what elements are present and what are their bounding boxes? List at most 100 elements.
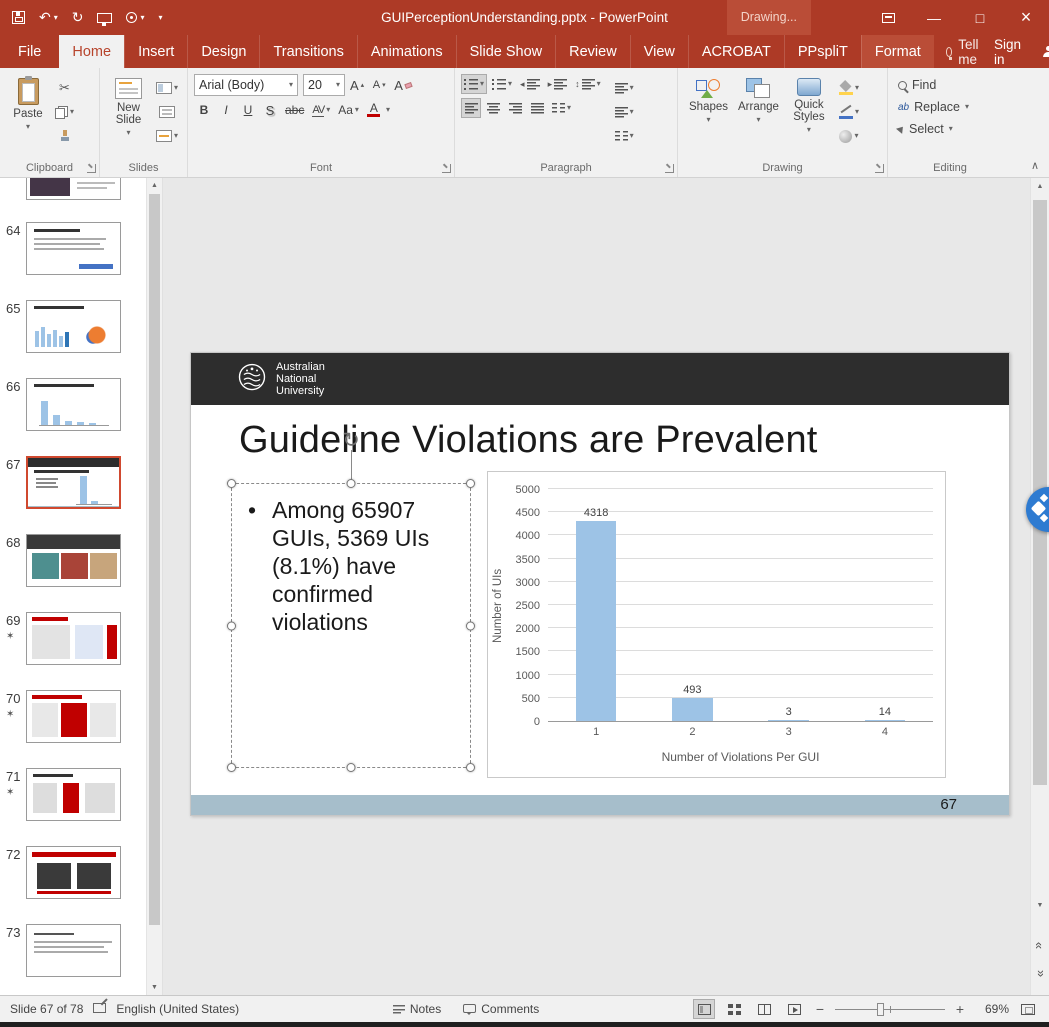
slide-thumbnail-71[interactable] <box>26 768 121 821</box>
align-text-button[interactable]: ▾ <box>612 102 637 122</box>
slide-thumbnail-70[interactable] <box>26 690 121 743</box>
paste-button[interactable]: Paste ▾ <box>6 74 50 135</box>
tab-format[interactable]: Format <box>861 35 934 68</box>
dialog-launcher-icon[interactable] <box>665 164 674 173</box>
tell-me-box[interactable]: Tell me <box>934 35 994 68</box>
minimize-button[interactable]: — <box>911 0 957 35</box>
font-color-button[interactable]: A <box>364 100 384 120</box>
font-name-select[interactable]: Arial (Body)▾ <box>194 74 298 96</box>
quick-styles-button[interactable]: Quick Styles ▾ <box>784 74 834 138</box>
clear-formatting-button[interactable]: A <box>391 75 415 95</box>
align-left-button[interactable] <box>461 98 481 118</box>
text-shadow-button[interactable]: S <box>260 100 280 120</box>
selection-handle-top-left[interactable] <box>227 479 236 488</box>
touch-mode-button[interactable]: ▾ <box>126 12 144 23</box>
sign-in-button[interactable]: Sign in <box>994 37 1021 67</box>
align-right-button[interactable] <box>505 98 525 118</box>
tab-insert[interactable]: Insert <box>124 35 187 68</box>
selection-handle-left[interactable] <box>227 621 236 630</box>
tab-ppsplit[interactable]: PPspliT <box>784 35 861 68</box>
close-button[interactable]: × <box>1003 0 1049 35</box>
tab-home[interactable]: Home <box>59 35 124 68</box>
shape-fill-button[interactable]: ▾ <box>836 78 862 98</box>
replace-button[interactable]: abReplace▾ <box>894 96 1008 118</box>
save-button[interactable] <box>12 11 25 24</box>
zoom-slider-handle[interactable] <box>877 1003 884 1016</box>
decrease-font-size-button[interactable]: A▾ <box>369 75 389 95</box>
language-button[interactable]: English (United States) <box>116 1002 239 1016</box>
selection-handle-top-right[interactable] <box>466 479 475 488</box>
start-slideshow-button[interactable] <box>97 13 112 23</box>
customize-qat-button[interactable]: ▾ <box>159 14 163 22</box>
scroll-up-icon[interactable]: ▲ <box>1031 183 1049 190</box>
change-case-button[interactable]: Aa▾ <box>335 100 362 120</box>
tab-review[interactable]: Review <box>555 35 630 68</box>
ribbon-display-options-button[interactable] <box>865 0 911 35</box>
find-button[interactable]: Find <box>894 74 1008 96</box>
arrange-button[interactable]: Arrange ▾ <box>733 74 784 128</box>
increase-font-size-button[interactable]: A▴ <box>347 75 367 95</box>
vertical-scrollbar[interactable]: ▲ ▼ « « <box>1030 178 1049 995</box>
slide-editor-area[interactable]: Australian National University Guideline… <box>163 178 1030 995</box>
bar-chart-object[interactable]: Number of UIs 05001000150020002500300035… <box>487 471 946 778</box>
scroll-down-icon[interactable]: ▼ <box>147 984 162 991</box>
cut-button[interactable]: ✂ <box>52 78 77 98</box>
maximize-button[interactable]: □ <box>957 0 1003 35</box>
increase-indent-button[interactable]: ▸ <box>545 74 571 94</box>
tab-transitions[interactable]: Transitions <box>259 35 356 68</box>
decrease-indent-button[interactable]: ◂ <box>517 74 543 94</box>
slideshow-view-button[interactable] <box>783 999 805 1019</box>
strikethrough-button[interactable]: abc <box>282 100 307 120</box>
line-spacing-button[interactable]: ↕▾ <box>572 74 604 94</box>
chart-bar-2[interactable] <box>672 698 712 721</box>
numbering-button[interactable]: ▾ <box>489 74 515 94</box>
tab-slide-show[interactable]: Slide Show <box>456 35 556 68</box>
select-button[interactable]: Select▾ <box>894 118 1008 140</box>
collapse-ribbon-button[interactable]: ∧ <box>1031 159 1039 172</box>
tab-view[interactable]: View <box>630 35 688 68</box>
tab-design[interactable]: Design <box>187 35 259 68</box>
notes-button[interactable]: Notes <box>393 1002 441 1016</box>
slide-thumbnail-73[interactable] <box>26 924 121 977</box>
shape-outline-button[interactable]: ▾ <box>836 102 862 122</box>
underline-button[interactable]: U <box>238 100 258 120</box>
zoom-slider[interactable] <box>835 1003 945 1016</box>
chart-bar-4[interactable] <box>865 720 905 721</box>
rotate-handle[interactable]: ↻ <box>342 428 360 453</box>
selection-handle-bottom[interactable] <box>347 763 356 772</box>
slide-thumbnail-67[interactable] <box>26 456 121 509</box>
chart-bar-1[interactable] <box>576 521 616 721</box>
justify-button[interactable] <box>527 98 547 118</box>
fix-slide-button[interactable] <box>93 1002 106 1016</box>
dialog-launcher-icon[interactable] <box>87 164 96 173</box>
undo-button[interactable]: ↶▾ <box>39 9 58 26</box>
tab-animations[interactable]: Animations <box>357 35 456 68</box>
align-center-button[interactable] <box>483 98 503 118</box>
slide-number-placeholder[interactable]: 67 <box>940 796 957 813</box>
previous-slide-button[interactable]: « <box>1031 938 1049 953</box>
share-button[interactable]: Share <box>1043 44 1049 59</box>
next-slide-button[interactable]: « <box>1031 966 1049 981</box>
character-spacing-button[interactable]: AV▾ <box>309 100 333 120</box>
selection-handle-top[interactable] <box>347 479 356 488</box>
new-slide-button[interactable]: New Slide ▾ <box>106 74 151 141</box>
fit-to-window-button[interactable] <box>1017 999 1039 1019</box>
slide-thumbnail-66[interactable] <box>26 378 121 431</box>
dialog-launcher-icon[interactable] <box>442 164 451 173</box>
selection-handle-bottom-right[interactable] <box>466 763 475 772</box>
thumbnail-scrollbar[interactable]: ▲ ▼ <box>147 178 163 995</box>
comments-button[interactable]: Comments <box>463 1002 539 1016</box>
reading-view-button[interactable] <box>753 999 775 1019</box>
font-size-select[interactable]: 20▾ <box>303 74 345 96</box>
columns-button[interactable]: ▾ <box>549 98 574 118</box>
zoom-in-button[interactable]: + <box>953 1001 967 1017</box>
slide-thumbnail-65[interactable] <box>26 300 121 353</box>
slide-thumbnail-69[interactable] <box>26 612 121 665</box>
section-button[interactable]: ▾ <box>153 126 181 146</box>
zoom-percentage[interactable]: 69% <box>975 1002 1009 1016</box>
scroll-up-icon[interactable]: ▲ <box>147 182 162 189</box>
slide-layout-button[interactable]: ▾ <box>153 78 181 98</box>
tab-file[interactable]: File <box>0 35 59 68</box>
italic-button[interactable]: I <box>216 100 236 120</box>
redo-button[interactable]: ↻ <box>72 9 84 26</box>
